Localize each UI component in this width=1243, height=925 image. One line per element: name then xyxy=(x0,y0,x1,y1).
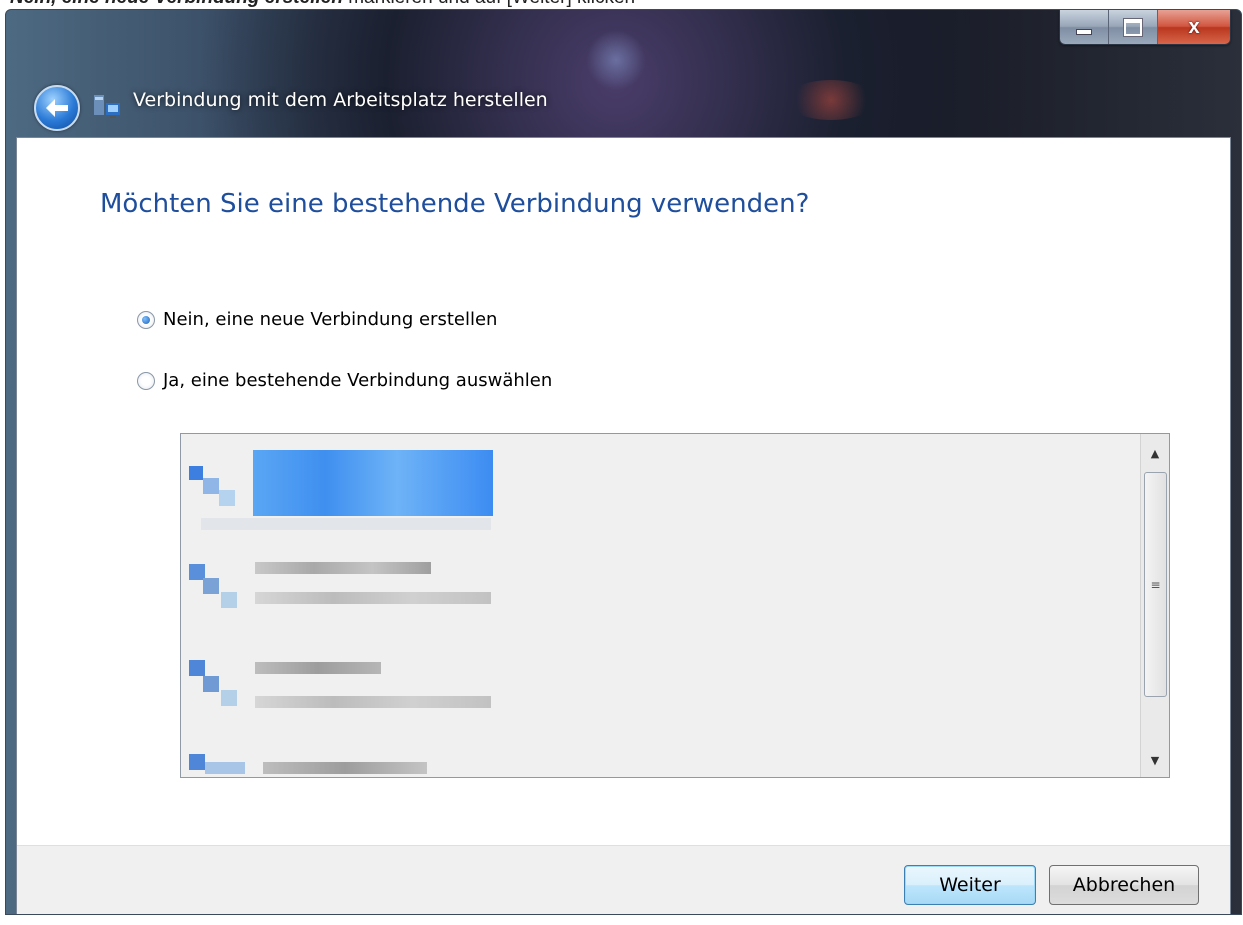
close-button[interactable]: x xyxy=(1158,10,1230,44)
next-button[interactable]: Weiter xyxy=(904,865,1036,905)
list-item[interactable] xyxy=(181,542,1141,634)
network-connection-icon xyxy=(94,95,120,118)
connection-icon xyxy=(219,490,235,506)
option-new-connection-label: Nein, eine neue Verbindung erstellen xyxy=(163,309,498,330)
connection-icon xyxy=(203,578,219,594)
item-title-blur xyxy=(263,762,427,774)
connection-icon xyxy=(205,762,245,774)
connection-icon xyxy=(203,676,219,692)
maximize-icon xyxy=(1124,18,1142,36)
wizard-content: Möchten Sie eine bestehende Verbindung v… xyxy=(16,137,1231,914)
page-heading: Möchten Sie eine bestehende Verbindung v… xyxy=(100,189,810,219)
wizard-footer: Weiter Abbrechen xyxy=(17,845,1230,914)
caption-bold-text: Nein, eine neue Verbindung erstellen xyxy=(10,0,343,8)
connection-icon xyxy=(189,660,205,676)
window-title: Verbindung mit dem Arbeitsplatz herstell… xyxy=(133,89,548,111)
window-controls: x xyxy=(1059,10,1231,45)
title-bar-decoration xyxy=(786,80,876,120)
item-subtext-blur xyxy=(201,518,491,530)
grip-icon: ≡ xyxy=(1150,577,1161,592)
scroll-up-icon[interactable]: ▲ xyxy=(1141,438,1169,468)
list-item[interactable] xyxy=(181,640,1141,732)
minimize-icon xyxy=(1076,29,1092,35)
radio-selected-dot xyxy=(142,315,150,324)
wizard-window: x Verbindung mit dem Arbeitsplatz herste… xyxy=(5,9,1242,915)
scroll-down-icon[interactable]: ▼ xyxy=(1141,745,1169,775)
list-item[interactable] xyxy=(181,740,1141,777)
back-arrow-icon xyxy=(46,99,68,117)
option-existing-connection[interactable]: Ja, eine bestehende Verbindung auswählen xyxy=(137,370,552,391)
title-bar-decoration xyxy=(586,30,646,90)
caption-rest-text: markieren und auf [Weiter] klicken xyxy=(343,0,635,8)
connection-icon xyxy=(221,690,237,706)
connection-icon xyxy=(189,466,203,480)
maximize-button[interactable] xyxy=(1109,10,1158,44)
option-new-connection[interactable]: Nein, eine neue Verbindung erstellen xyxy=(137,309,497,330)
item-subtext-blur xyxy=(255,592,491,604)
connection-icon xyxy=(203,478,219,494)
item-title-blur xyxy=(255,562,431,574)
connection-icon xyxy=(221,592,237,608)
item-title-blur xyxy=(255,662,381,674)
option-existing-connection-label: Ja, eine bestehende Verbindung auswählen xyxy=(163,370,553,391)
item-subtext-blur xyxy=(255,696,491,708)
close-icon: x xyxy=(1188,15,1200,38)
selected-item-highlight xyxy=(253,450,493,516)
radio-existing-connection[interactable] xyxy=(137,371,155,390)
instruction-caption: Nein, eine neue Verbindung erstellen mar… xyxy=(10,0,635,9)
minimize-button[interactable] xyxy=(1060,10,1109,44)
list-scrollbar[interactable]: ▲ ≡ ▼ xyxy=(1140,434,1169,777)
radio-new-connection[interactable] xyxy=(137,310,155,329)
list-item[interactable] xyxy=(181,434,1141,534)
connections-listbox[interactable]: ▲ ≡ ▼ xyxy=(180,433,1170,778)
scroll-thumb[interactable]: ≡ xyxy=(1144,472,1167,697)
cancel-button[interactable]: Abbrechen xyxy=(1049,865,1199,905)
connection-icon xyxy=(189,754,205,770)
back-button[interactable] xyxy=(34,85,80,131)
